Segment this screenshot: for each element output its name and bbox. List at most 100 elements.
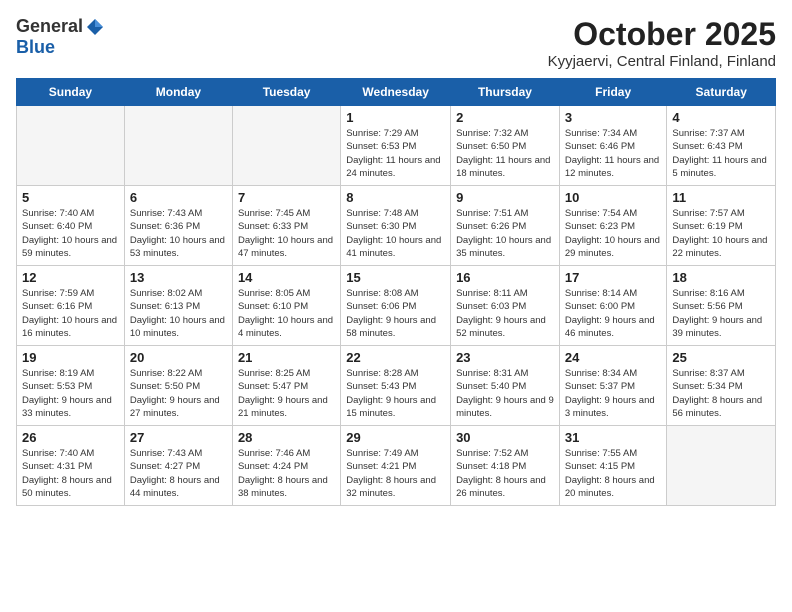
day-info: Sunrise: 7:59 AMSunset: 6:16 PMDaylight:… [22,287,119,340]
day-info: Sunrise: 8:16 AMSunset: 5:56 PMDaylight:… [672,287,770,340]
weekday-header-thursday: Thursday [451,79,560,106]
calendar-cell: 2 Sunrise: 7:32 AMSunset: 6:50 PMDaylight… [451,106,560,186]
day-info: Sunrise: 8:25 AMSunset: 5:47 PMDaylight:… [238,367,335,420]
location-text: Kyyjaervi, Central Finland, Finland [548,53,776,70]
day-info: Sunrise: 7:49 AMSunset: 4:21 PMDaylight:… [346,447,445,500]
day-info: Sunrise: 7:46 AMSunset: 4:24 PMDaylight:… [238,447,335,500]
calendar-cell: 22 Sunrise: 8:28 AMSunset: 5:43 PMDayligh… [341,346,451,426]
day-info: Sunrise: 7:45 AMSunset: 6:33 PMDaylight:… [238,207,335,260]
logo-icon [85,17,105,37]
calendar-cell: 21 Sunrise: 8:25 AMSunset: 5:47 PMDayligh… [232,346,340,426]
calendar-cell: 18Sunrise: 8:16 AMSunset: 5:56 PMDayligh… [667,266,776,346]
day-number: 29 [346,430,445,445]
day-info: Sunrise: 8:19 AMSunset: 5:53 PMDaylight:… [22,367,119,420]
calendar-cell: 8 Sunrise: 7:48 AMSunset: 6:30 PMDaylight… [341,186,451,266]
day-info: Sunrise: 7:52 AMSunset: 4:18 PMDaylight:… [456,447,554,500]
calendar-week-row: 19 Sunrise: 8:19 AMSunset: 5:53 PMDayligh… [17,346,776,426]
calendar-cell [17,106,125,186]
day-info: Sunrise: 7:51 AMSunset: 6:26 PMDaylight:… [456,207,554,260]
calendar-cell: 10 Sunrise: 7:54 AMSunset: 6:23 PMDayligh… [559,186,667,266]
weekday-header-monday: Monday [124,79,232,106]
day-number: 17 [565,270,662,285]
page-header: General Blue October 2025 Kyyjaervi, Cen… [16,16,776,70]
day-info: Sunrise: 8:11 AMSunset: 6:03 PMDaylight:… [456,287,554,340]
day-info: Sunrise: 7:43 AMSunset: 4:27 PMDaylight:… [130,447,227,500]
day-number: 28 [238,430,335,445]
day-info: Sunrise: 8:08 AMSunset: 6:06 PMDaylight:… [346,287,445,340]
calendar-cell: 30Sunrise: 7:52 AMSunset: 4:18 PMDayligh… [451,426,560,506]
calendar-cell: 6 Sunrise: 7:43 AMSunset: 6:36 PMDaylight… [124,186,232,266]
day-info: Sunrise: 7:55 AMSunset: 4:15 PMDaylight:… [565,447,662,500]
title-block: October 2025 Kyyjaervi, Central Finland,… [548,16,776,70]
day-number: 15 [346,270,445,285]
day-info: Sunrise: 8:28 AMSunset: 5:43 PMDaylight:… [346,367,445,420]
calendar-table: SundayMondayTuesdayWednesdayThursdayFrid… [16,78,776,506]
day-number: 1 [346,110,445,125]
calendar-week-row: 5 Sunrise: 7:40 AMSunset: 6:40 PMDaylight… [17,186,776,266]
day-info: Sunrise: 8:34 AMSunset: 5:37 PMDaylight:… [565,367,662,420]
day-number: 12 [22,270,119,285]
calendar-cell: 5 Sunrise: 7:40 AMSunset: 6:40 PMDaylight… [17,186,125,266]
logo: General Blue [16,16,105,58]
day-info: Sunrise: 7:43 AMSunset: 6:36 PMDaylight:… [130,207,227,260]
calendar-cell: 26Sunrise: 7:40 AMSunset: 4:31 PMDayligh… [17,426,125,506]
day-number: 16 [456,270,554,285]
weekday-header-wednesday: Wednesday [341,79,451,106]
day-info: Sunrise: 7:54 AMSunset: 6:23 PMDaylight:… [565,207,662,260]
weekday-header-tuesday: Tuesday [232,79,340,106]
day-number: 6 [130,190,227,205]
day-number: 7 [238,190,335,205]
day-number: 5 [22,190,119,205]
calendar-cell: 27 Sunrise: 7:43 AMSunset: 4:27 PMDayligh… [124,426,232,506]
logo-blue-text: Blue [16,37,55,58]
day-number: 22 [346,350,445,365]
day-info: Sunrise: 8:22 AMSunset: 5:50 PMDaylight:… [130,367,227,420]
calendar-cell: 9Sunrise: 7:51 AMSunset: 6:26 PMDaylight… [451,186,560,266]
day-number: 26 [22,430,119,445]
day-info: Sunrise: 8:14 AMSunset: 6:00 PMDaylight:… [565,287,662,340]
logo-general-text: General [16,16,83,37]
calendar-cell: 23 Sunrise: 8:31 AMSunset: 5:40 PMDayligh… [451,346,560,426]
day-info: Sunrise: 8:37 AMSunset: 5:34 PMDaylight:… [672,367,770,420]
calendar-week-row: 26Sunrise: 7:40 AMSunset: 4:31 PMDayligh… [17,426,776,506]
calendar-cell: 14Sunrise: 8:05 AMSunset: 6:10 PMDayligh… [232,266,340,346]
day-number: 20 [130,350,227,365]
calendar-cell [667,426,776,506]
day-number: 19 [22,350,119,365]
day-number: 11 [672,190,770,205]
day-info: Sunrise: 7:37 AMSunset: 6:43 PMDaylight:… [672,127,770,180]
day-number: 25 [672,350,770,365]
day-number: 31 [565,430,662,445]
day-info: Sunrise: 7:40 AMSunset: 6:40 PMDaylight:… [22,207,119,260]
day-number: 24 [565,350,662,365]
calendar-cell: 4 Sunrise: 7:37 AMSunset: 6:43 PMDaylight… [667,106,776,186]
day-number: 27 [130,430,227,445]
calendar-cell [232,106,340,186]
day-number: 2 [456,110,554,125]
day-number: 3 [565,110,662,125]
day-number: 10 [565,190,662,205]
month-title: October 2025 [548,16,776,53]
day-info: Sunrise: 7:48 AMSunset: 6:30 PMDaylight:… [346,207,445,260]
calendar-cell: 11 Sunrise: 7:57 AMSunset: 6:19 PMDayligh… [667,186,776,266]
day-info: Sunrise: 7:57 AMSunset: 6:19 PMDaylight:… [672,207,770,260]
calendar-cell: 29 Sunrise: 7:49 AMSunset: 4:21 PMDayligh… [341,426,451,506]
day-info: Sunrise: 8:31 AMSunset: 5:40 PMDaylight:… [456,367,554,420]
weekday-header-row: SundayMondayTuesdayWednesdayThursdayFrid… [17,79,776,106]
calendar-cell: 13 Sunrise: 8:02 AMSunset: 6:13 PMDayligh… [124,266,232,346]
day-number: 4 [672,110,770,125]
calendar-cell: 19 Sunrise: 8:19 AMSunset: 5:53 PMDayligh… [17,346,125,426]
calendar-cell: 25 Sunrise: 8:37 AMSunset: 5:34 PMDayligh… [667,346,776,426]
calendar-week-row: 12 Sunrise: 7:59 AMSunset: 6:16 PMDayligh… [17,266,776,346]
weekday-header-saturday: Saturday [667,79,776,106]
weekday-header-sunday: Sunday [17,79,125,106]
day-number: 13 [130,270,227,285]
day-info: Sunrise: 8:02 AMSunset: 6:13 PMDaylight:… [130,287,227,340]
calendar-cell: 7 Sunrise: 7:45 AMSunset: 6:33 PMDaylight… [232,186,340,266]
day-info: Sunrise: 7:32 AMSunset: 6:50 PMDaylight:… [456,127,554,180]
day-number: 21 [238,350,335,365]
calendar-cell: 3Sunrise: 7:34 AMSunset: 6:46 PMDaylight… [559,106,667,186]
day-number: 8 [346,190,445,205]
calendar-cell: 20 Sunrise: 8:22 AMSunset: 5:50 PMDayligh… [124,346,232,426]
day-number: 23 [456,350,554,365]
